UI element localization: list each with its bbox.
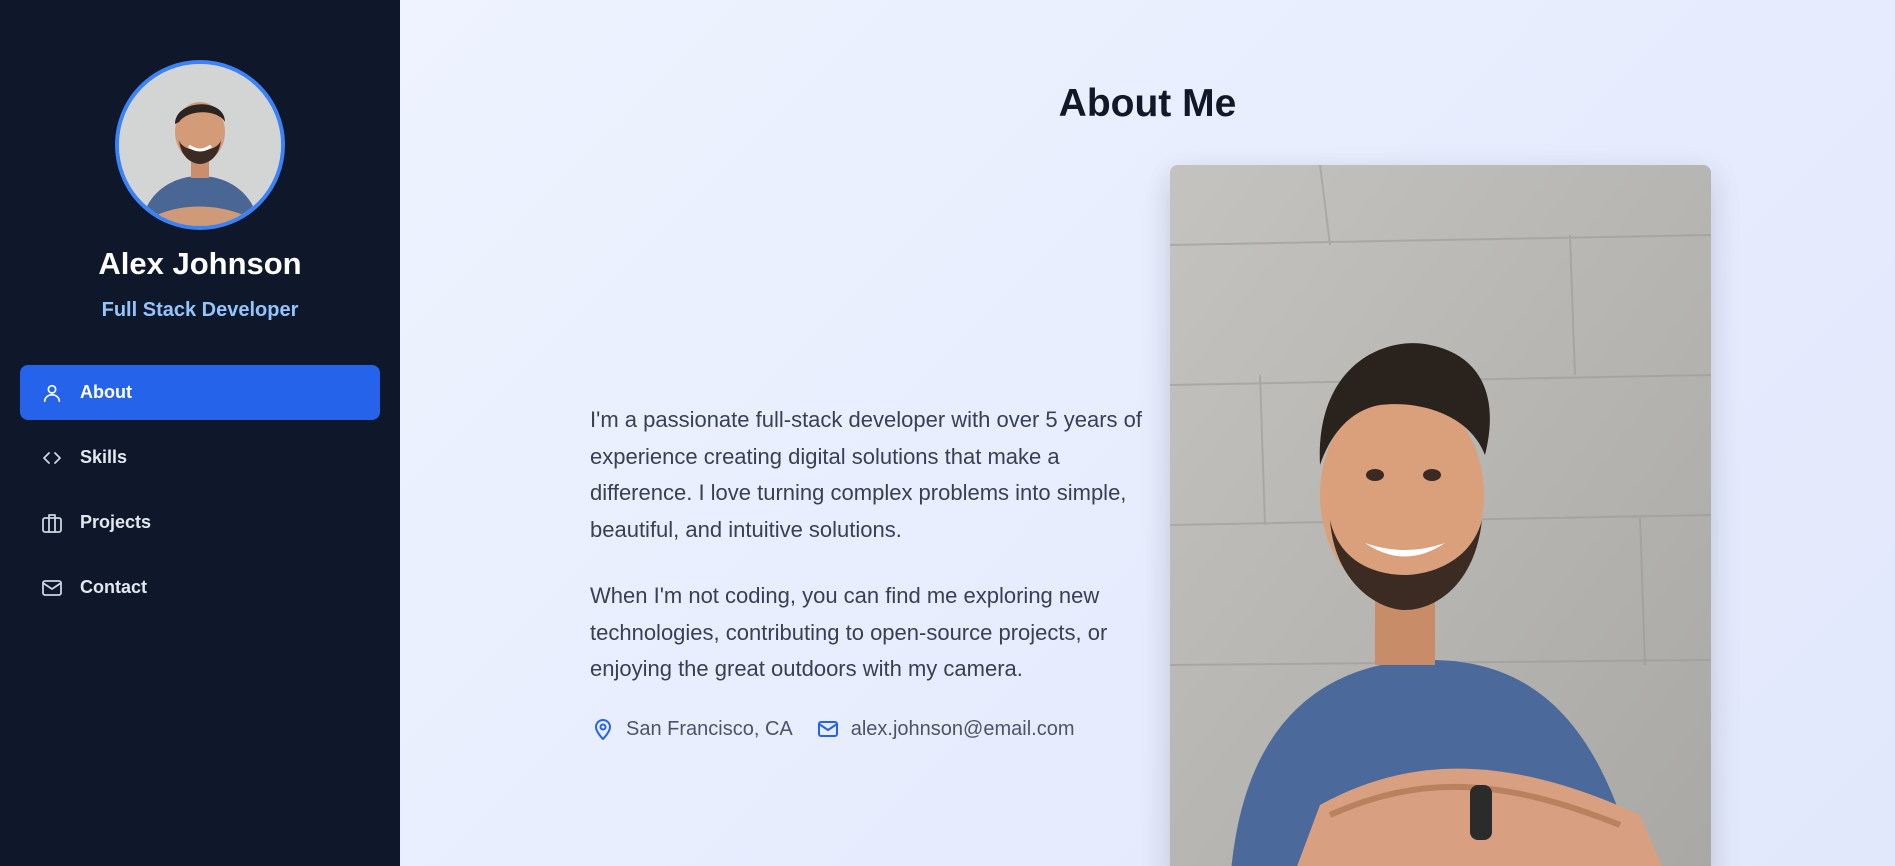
email-link[interactable]: alex.johnson@email.com xyxy=(851,718,1075,741)
about-text: I'm a passionate full-stack developer wi… xyxy=(590,402,1150,718)
sidebar-item-label: Skills xyxy=(80,447,128,467)
sidebar-item-about[interactable]: About xyxy=(20,365,380,420)
user-icon xyxy=(40,381,64,405)
mail-icon xyxy=(40,576,64,600)
page-title: About Me xyxy=(1058,82,1237,125)
about-paragraph: I'm a passionate full-stack developer wi… xyxy=(590,407,1143,542)
location-text: San Francisco, CA xyxy=(626,717,793,740)
contact-meta: San Francisco, CA alex.johnson@email.com xyxy=(590,716,1096,742)
sidebar-item-label: Projects xyxy=(80,512,152,532)
map-pin-icon xyxy=(590,716,616,742)
sidebar: Alex Johnson Full Stack Developer About … xyxy=(0,0,400,866)
sidebar-item-label: Contact xyxy=(80,577,147,597)
code-icon xyxy=(40,446,64,470)
email-info[interactable]: alex.johnson@email.com xyxy=(815,716,1075,742)
mail-icon xyxy=(815,716,841,742)
sidebar-item-projects[interactable]: Projects xyxy=(20,495,380,550)
about-photo xyxy=(1170,165,1711,866)
sidebar-nav: About Skills Projects Contact xyxy=(20,365,380,625)
sidebar-item-label: About xyxy=(80,382,132,402)
profile-role: Full Stack Developer xyxy=(101,299,299,321)
main-content: About Me I'm a passionate full-stack dev… xyxy=(400,0,1895,866)
about-paragraph: When I'm not coding, you can find me exp… xyxy=(590,583,1108,681)
briefcase-icon xyxy=(40,511,64,535)
avatar-photo xyxy=(119,64,281,226)
portrait-image xyxy=(1170,165,1711,866)
avatar xyxy=(115,60,285,230)
location-info: San Francisco, CA xyxy=(590,716,793,742)
sidebar-item-contact[interactable]: Contact xyxy=(20,560,380,615)
sidebar-item-skills[interactable]: Skills xyxy=(20,430,380,485)
profile-name: Alex Johnson xyxy=(98,246,302,281)
